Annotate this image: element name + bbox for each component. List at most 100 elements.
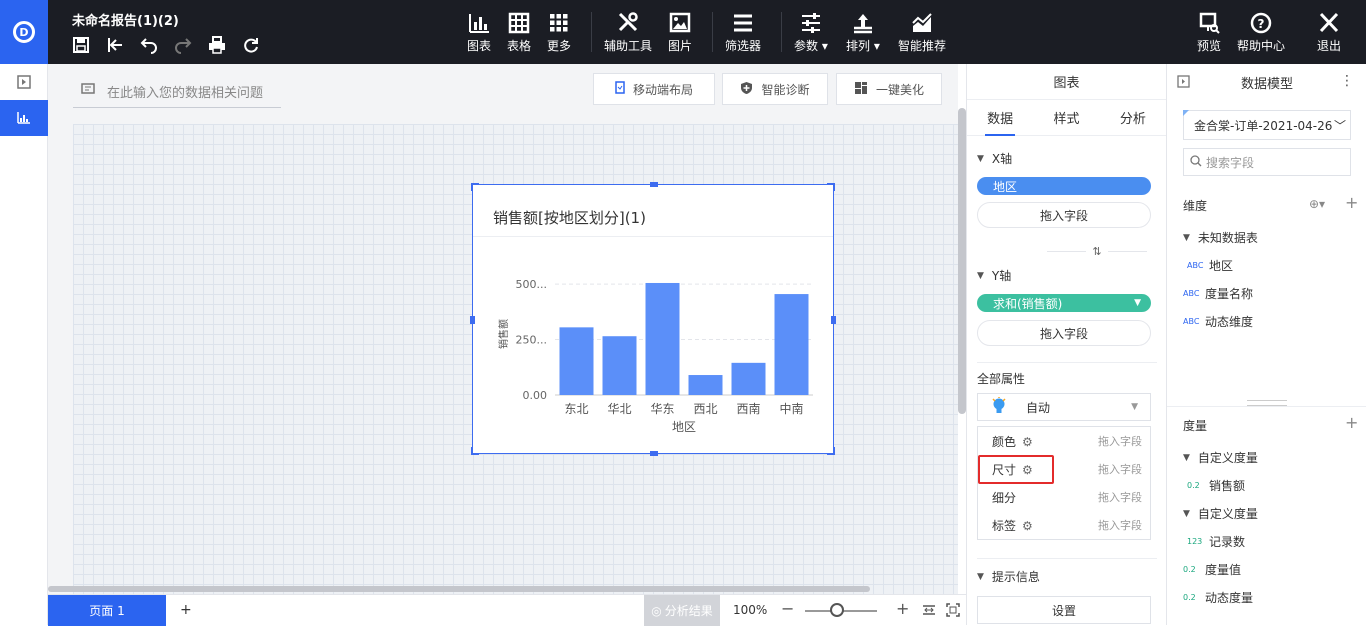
y-tick-label: 500... [516,278,548,291]
more-tool-button[interactable]: 更多 [547,12,571,54]
dataset-select[interactable]: 金合棠-订单-2021-04-26 ﹀ [1183,110,1351,140]
zoom-in-button[interactable]: + [896,599,909,618]
add-measure-icon[interactable]: + [1345,413,1358,432]
dimension-field[interactable]: ABC 动态维度 [1183,313,1253,330]
analysis-result-button[interactable]: ◎ 分析结果 [644,595,720,626]
tab-analysis[interactable]: 分析 [1100,100,1166,135]
bar-2[interactable] [645,282,680,395]
chevron-down-icon: ▼ [1183,452,1190,463]
bar-3[interactable] [688,375,723,395]
data-model-title: 数据模型 [1240,76,1293,92]
resize-handle-tr[interactable] [827,183,835,191]
tooltip-settings-button[interactable]: 设置 [977,596,1151,624]
measure-group[interactable]: ▼ 自定义度量 [1183,505,1258,522]
print-icon[interactable] [206,35,228,55]
tab-data[interactable]: 数据 [967,100,1033,136]
help-center-button[interactable]: ? 帮助中心 [1237,12,1285,54]
y-axis-label: 销售额 [497,319,510,349]
chart-tool-button[interactable]: 图表 [467,12,491,54]
globe-icon[interactable]: ⊕▾ [1309,197,1325,211]
exit-button[interactable]: 退出 [1317,12,1341,54]
canvas-horizontal-scrollbar[interactable] [48,586,870,592]
y-axis-drop-zone[interactable]: 拖入字段 [977,320,1151,346]
swap-axes-button[interactable]: ⇅ [1047,245,1147,258]
zoom-slider[interactable] [805,603,877,617]
tooltip-header[interactable]: ▼ 提示信息 [977,568,1040,585]
measure-field[interactable]: 123 记录数 [1187,533,1245,550]
layout-icon [854,81,868,98]
resize-handle-left[interactable] [470,316,475,324]
chart-rail-button[interactable] [0,100,48,136]
redo-icon[interactable] [172,35,194,55]
y-axis-header[interactable]: ▼ Y轴 [977,267,1011,284]
resize-handle-br[interactable] [827,447,835,455]
app-logo[interactable]: D [0,0,48,64]
filter-lines-icon [734,14,752,32]
add-dimension-icon[interactable]: + [1345,193,1358,212]
prop-label[interactable]: 标签 ⚙ 拖入字段 [978,511,1150,539]
mobile-layout-button[interactable]: 移动端布局 [593,73,715,105]
expand-panel-button[interactable] [0,64,48,100]
aux-tools-button[interactable]: 辅助工具 [604,12,652,54]
measure-field[interactable]: 0.2 销售额 [1187,477,1245,494]
refresh-icon[interactable] [240,35,262,55]
measure-field[interactable]: 0.2 动态度量 [1183,589,1253,606]
logo-icon: D [13,21,35,43]
y-axis-field-pill[interactable]: 求和(销售额) ▼ [977,294,1151,312]
back-to-start-icon[interactable] [104,35,126,55]
field-search-input[interactable]: 搜索字段 [1183,148,1351,176]
top-toolbar: D 未命名报告(1)(2) 图表 表格 更多 辅助工具 图片 筛选器 参数 ▾ [0,0,1366,64]
preview-button[interactable]: 预览 [1197,12,1221,54]
table-tool-button[interactable]: 表格 [507,12,531,54]
chevron-down-icon: ▼ [1183,232,1190,243]
dropdown-arrow-icon[interactable]: ▼ [1134,298,1141,308]
fit-width-icon[interactable] [922,603,936,617]
gear-icon[interactable]: ⚙ [1022,435,1033,449]
resize-handle-bl[interactable] [471,447,479,455]
tab-style[interactable]: 样式 [1033,100,1099,135]
dimension-group[interactable]: ▼ 未知数据表 [1183,229,1258,246]
report-title[interactable]: 未命名报告(1)(2) [72,10,179,29]
fit-screen-icon[interactable] [946,603,960,617]
dimension-header: 维度 [1183,199,1208,213]
undo-icon[interactable] [138,35,160,55]
beautify-button[interactable]: 一键美化 [836,73,942,105]
bar-chart[interactable]: 0.00 250... 500... 东北 华北 华东 西北 西南 中南地区 销售额 [473,237,833,453]
prop-detail[interactable]: 细分 拖入字段 [978,483,1150,511]
save-icon[interactable] [70,35,92,55]
arrange-tool-button[interactable]: 排列 ▾ [846,12,880,54]
dimension-field[interactable]: ABC 度量名称 [1183,285,1253,302]
bar-1[interactable] [602,336,637,395]
more-menu-icon[interactable]: ⋮ [1340,73,1354,89]
smart-diagnosis-button[interactable]: 智能诊断 [722,73,828,105]
add-page-button[interactable]: + [180,602,192,618]
measure-field[interactable]: 0.2 度量值 [1183,561,1241,578]
resize-handle-bottom[interactable] [650,451,658,456]
prop-color[interactable]: 颜色 ⚙ 拖入字段 [978,427,1150,455]
mark-type-select[interactable]: 自动 ▼ [977,393,1151,421]
bar-5[interactable] [774,294,809,395]
resize-handle-tl[interactable] [471,183,479,191]
gear-icon[interactable]: ⚙ [1022,519,1033,533]
measure-group[interactable]: ▼ 自定义度量 [1183,449,1258,466]
query-input[interactable]: 在此输入您的数据相关问题 [73,76,281,108]
filter-tool-button[interactable]: 筛选器 [725,12,761,54]
resize-handle-top[interactable] [650,182,658,187]
image-tool-button[interactable]: 图片 [668,12,692,54]
resize-handle-right[interactable] [831,316,836,324]
x-axis-label: 地区 [672,420,696,434]
x-axis-drop-zone[interactable]: 拖入字段 [977,202,1151,228]
x-axis-header[interactable]: ▼ X轴 [977,150,1012,167]
zoom-slider-knob[interactable] [830,603,845,617]
widget-title[interactable]: 销售额[按地区划分](1) [473,185,833,237]
bar-0[interactable] [559,327,594,395]
canvas-vertical-scrollbar[interactable] [958,108,966,414]
x-axis-field-pill[interactable]: 地区 [977,177,1151,195]
bar-4[interactable] [731,362,766,395]
chart-widget[interactable]: 销售额[按地区划分](1) 0.00 250... 500... 东北 华北 华东 西北 西南… [470,182,836,456]
page-tab-1[interactable]: 页面 1 [48,595,166,626]
dimension-field[interactable]: ABC 地区 [1187,257,1233,274]
params-tool-button[interactable]: 参数 ▾ [794,12,828,54]
smart-recommend-button[interactable]: 智能推荐 [898,12,946,54]
zoom-out-button[interactable]: − [781,599,794,618]
